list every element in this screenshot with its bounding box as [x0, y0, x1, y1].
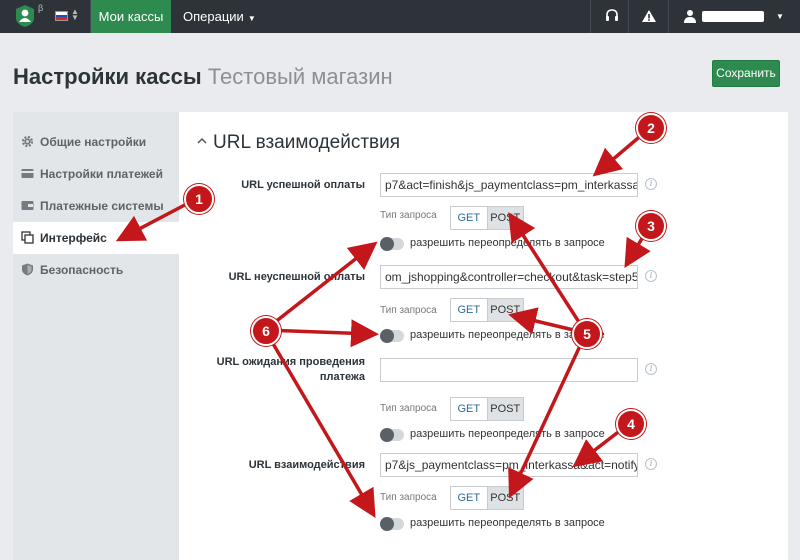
- annotation-badge-5: 5: [572, 319, 602, 349]
- annotation-badge-3: 3: [636, 211, 666, 241]
- annotation-arrow-5c: [508, 332, 588, 499]
- annotation-arrow-6a: [263, 241, 378, 332]
- annotation-badge-1: 1: [184, 184, 214, 214]
- annotation-badge-6: 6: [251, 316, 281, 346]
- annotation-badge-4: 4: [616, 409, 646, 439]
- annotation-arrow-6b: [264, 319, 379, 348]
- annotation-arrows: [115, 126, 652, 519]
- annotation-arrow-6c: [263, 329, 376, 519]
- annotation-arrow-5a: [508, 212, 588, 334]
- annotation-badge-2: 2: [636, 113, 666, 143]
